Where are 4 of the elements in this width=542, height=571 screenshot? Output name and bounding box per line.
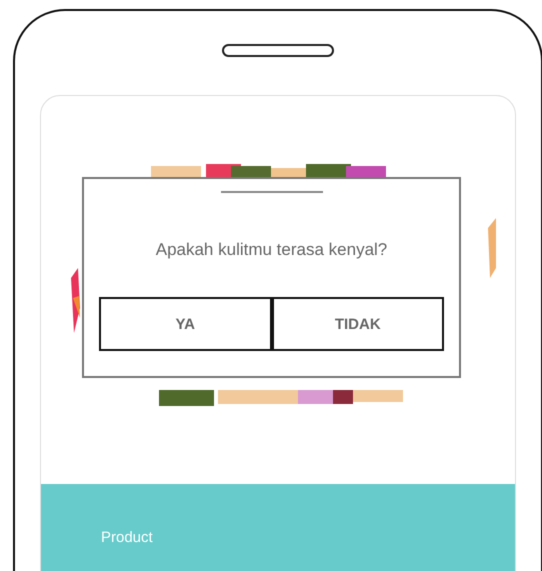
answer-button[interactable]: YA	[99, 297, 272, 351]
answer-button[interactable]: TIDAK	[272, 297, 444, 351]
footer-label: Product	[101, 529, 153, 546]
question-text: Apakah kulitmu terasa kenyal?	[154, 240, 388, 260]
